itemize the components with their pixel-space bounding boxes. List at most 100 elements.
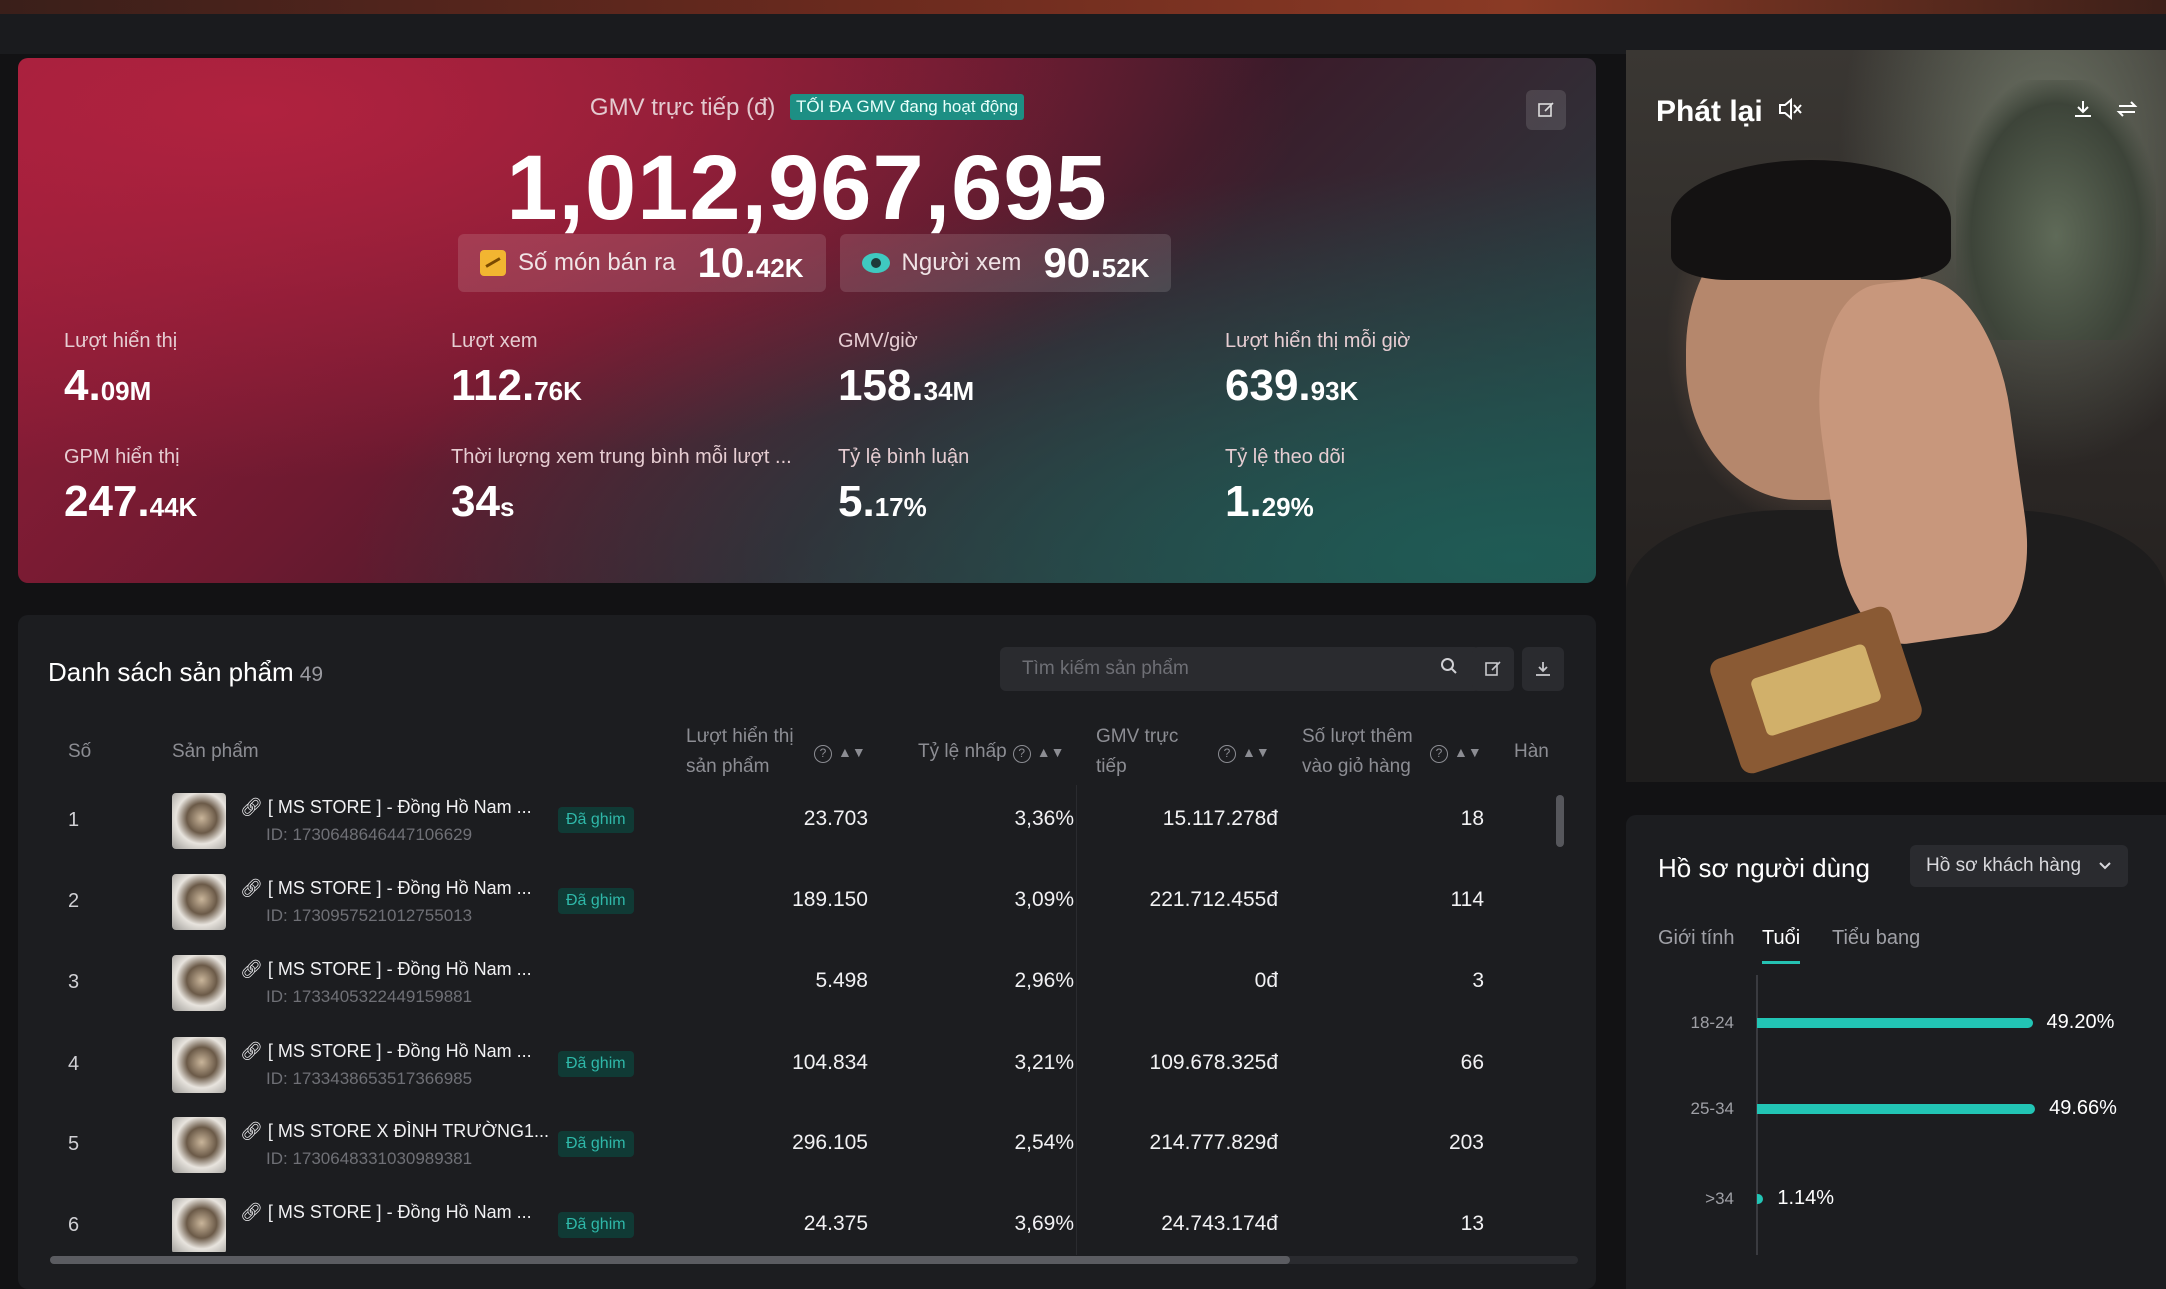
product-name[interactable]: 🔗︎ [ MS STORE ] - Đồng Hồ Nam ...	[240, 959, 532, 980]
sort-icon: ▲▼	[1036, 744, 1065, 760]
product-thumbnail	[172, 793, 226, 849]
product-name[interactable]: 🔗︎ [ MS STORE ] - Đồng Hồ Nam ...	[240, 1041, 532, 1062]
col-header-ctr[interactable]: Tỷ lệ nhấp? ▲▼	[918, 737, 1064, 767]
vertical-scrollbar[interactable]	[1556, 795, 1564, 847]
video-title: Phát lại	[1656, 95, 1763, 128]
download-icon	[1536, 662, 1550, 676]
metric-value: 34s	[451, 477, 515, 526]
pinned-badge: Đã ghim	[558, 1051, 634, 1077]
cell-ctr: 3,69%	[1014, 1212, 1074, 1235]
table-row[interactable]: 2 🔗︎ [ MS STORE ] - Đồng Hồ Nam ... ID: …	[18, 868, 1558, 948]
metric-comment-rate: Tỷ lệ bình luận 5.17%	[838, 446, 969, 527]
product-id: ID: 1730957521012755013	[266, 906, 473, 925]
chevron-down-icon	[2098, 855, 2112, 877]
col-header-gmv[interactable]: GMV trực tiếp	[1096, 722, 1178, 782]
product-search-input[interactable]: Tìm kiếm sản phẩm	[1000, 647, 1480, 691]
product-thumbnail	[172, 1198, 226, 1252]
table-row[interactable]: 1 🔗︎ [ MS STORE ] - Đồng Hồ Nam ... ID: …	[18, 787, 1558, 867]
metric-label: Tỷ lệ theo dõi	[1225, 446, 1346, 468]
metric-label: Lượt xem	[451, 330, 538, 352]
download-button[interactable]	[1522, 647, 1564, 691]
download-icon[interactable]	[2072, 98, 2094, 125]
col-header-next: Hàn	[1514, 741, 1549, 762]
table-row[interactable]: 5 🔗︎ [ MS STORE X ĐÌNH TRƯỜNG1... ID: 17…	[18, 1111, 1558, 1191]
eye-icon	[861, 253, 890, 273]
edit-icon[interactable]	[1526, 90, 1566, 130]
table-row[interactable]: 6 🔗︎ [ MS STORE ] - Đồng Hồ Nam ... Đã g…	[18, 1192, 1558, 1252]
metric-value: 158.34M	[838, 361, 975, 410]
cell-impressions: 104.834	[792, 1051, 868, 1074]
metric-label: Thời lượng xem trung bình mỗi lượt ...	[451, 446, 792, 468]
cell-ctr: 3,09%	[1014, 888, 1074, 911]
search-icon[interactable]	[1440, 657, 1458, 681]
horizontal-scrollbar[interactable]	[50, 1256, 1578, 1264]
items-sold-label: Số món bán ra	[518, 249, 676, 276]
product-id: ID: 1733405322449159881	[266, 987, 473, 1006]
customer-profile-dropdown[interactable]: Hồ sơ khách hàng	[1910, 845, 2128, 887]
metric-label: Tỷ lệ bình luận	[838, 446, 970, 468]
metric-views: Lượt xem 112.76K	[451, 330, 582, 411]
pinned-badge: Đã ghim	[558, 807, 634, 833]
col-header-impressions[interactable]: Lượt hiển thị sản phẩm	[686, 722, 794, 782]
age-bar-row: >34 1.14%	[1626, 1185, 2166, 1215]
metric-avg-watch-time: Thời lượng xem trung bình mỗi lượt ... 3…	[451, 446, 792, 527]
cell-gmv: 0đ	[1254, 969, 1278, 992]
cell-add-to-cart: 114	[1450, 888, 1484, 911]
column-divider	[1076, 785, 1077, 1255]
cell-ctr: 3,21%	[1014, 1051, 1074, 1074]
help-icon[interactable]: ? ▲▼	[1424, 737, 1482, 767]
product-name[interactable]: 🔗︎ [ MS STORE ] - Đồng Hồ Nam ...	[240, 797, 532, 818]
video-scene	[1671, 160, 1951, 280]
dropdown-value: Hồ sơ khách hàng	[1926, 855, 2082, 876]
product-thumbnail	[172, 1037, 226, 1093]
profile-title: Hồ sơ người dùng	[1658, 853, 1870, 883]
link-icon: 🔗︎	[240, 959, 263, 979]
replay-video-panel[interactable]: Phát lại	[1626, 50, 2166, 782]
viewers-pill: Người xem 90.52K	[839, 234, 1172, 292]
product-thumbnail	[172, 1117, 226, 1173]
col-header-add-to-cart[interactable]: Số lượt thêm vào giỏ hàng	[1302, 722, 1413, 782]
age-bar-value: 49.66%	[2049, 1097, 2117, 1119]
product-name[interactable]: 🔗︎ [ MS STORE ] - Đồng Hồ Nam ...	[240, 1202, 532, 1223]
cell-add-to-cart: 3	[1472, 969, 1484, 992]
switch-icon[interactable]	[2116, 98, 2138, 125]
gmv-title: GMV trực tiếp (đ)	[589, 94, 776, 121]
metric-value: 5.17%	[838, 477, 927, 526]
cell-gmv: 214.777.829đ	[1149, 1131, 1278, 1154]
top-bar	[0, 14, 2166, 54]
table-row[interactable]: 3 🔗︎ [ MS STORE ] - Đồng Hồ Nam ... ID: …	[18, 949, 1558, 1029]
chart-up-icon	[480, 250, 506, 276]
link-icon: 🔗︎	[240, 1202, 263, 1222]
cell-add-to-cart: 66	[1460, 1051, 1484, 1074]
product-list-title: Danh sách sản phẩm 49	[48, 657, 324, 687]
age-bar-value: 1.14%	[1777, 1187, 1835, 1209]
link-icon: 🔗︎	[240, 797, 263, 817]
metric-value: 112.76K	[451, 361, 582, 410]
scrollbar-thumb[interactable]	[50, 1256, 1290, 1264]
pinned-badge: Đã ghim	[558, 1212, 634, 1238]
tab-age[interactable]: Tuổi	[1762, 927, 1801, 964]
mute-icon[interactable]	[1777, 95, 1803, 129]
product-list-panel: Danh sách sản phẩm 49 Tìm kiếm sản phẩm S…	[18, 615, 1596, 1289]
link-icon: 🔗︎	[240, 878, 263, 898]
product-name[interactable]: 🔗︎ [ MS STORE X ĐÌNH TRƯỜNG1...	[240, 1121, 549, 1142]
sort-icon: ▲▼	[1242, 744, 1270, 760]
age-bar-label: 18-24	[1690, 1013, 1734, 1032]
cell-ctr: 2,54%	[1014, 1131, 1074, 1154]
viewers-label: Người xem	[901, 249, 1022, 276]
cell-add-to-cart: 13	[1460, 1212, 1484, 1235]
tab-state[interactable]: Tiểu bang	[1832, 927, 1920, 950]
help-icon[interactable]: ? ▲▼	[1212, 737, 1270, 767]
cell-add-to-cart: 203	[1448, 1131, 1484, 1154]
table-row[interactable]: 4 🔗︎ [ MS STORE ] - Đồng Hồ Nam ... ID: …	[18, 1031, 1558, 1111]
metric-gpm: GPM hiển thị 247.44K	[64, 446, 197, 527]
help-icon[interactable]: ? ▲▼	[808, 737, 866, 767]
col-header-no: Số	[68, 741, 92, 762]
edit-columns-button[interactable]	[1472, 647, 1514, 691]
product-name[interactable]: 🔗︎ [ MS STORE ] - Đồng Hồ Nam ...	[240, 878, 532, 899]
video-header: Phát lại	[1656, 95, 1803, 129]
tab-gender[interactable]: Giới tính	[1658, 927, 1734, 950]
items-sold-value: 10.	[697, 239, 756, 286]
gmv-value: 1,012,967,695	[506, 137, 1108, 239]
sort-icon: ▲▼	[838, 744, 866, 760]
